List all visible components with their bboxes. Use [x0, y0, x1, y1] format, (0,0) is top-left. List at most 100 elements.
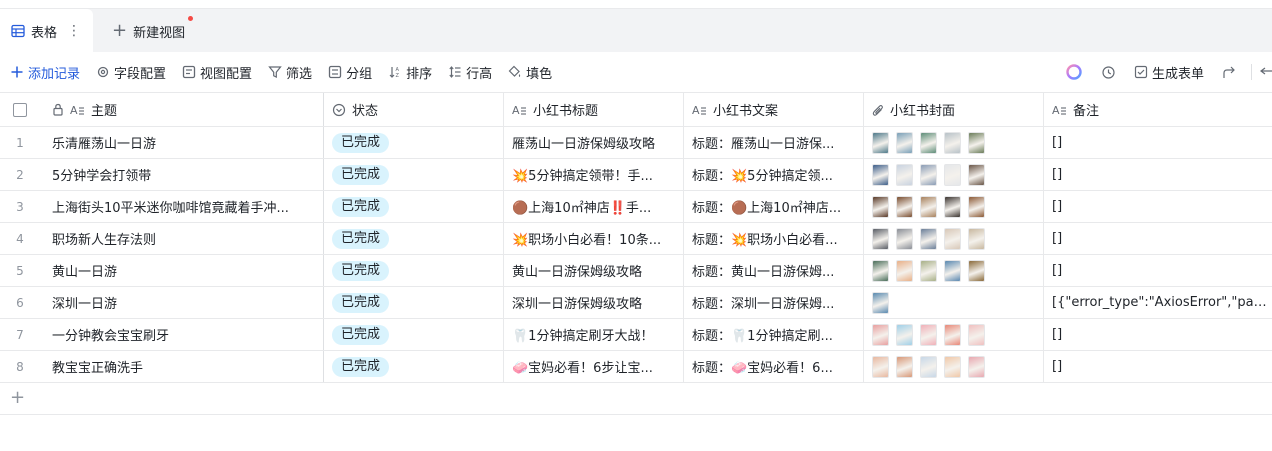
xhs-title-cell[interactable]: 💥职场小白必看！10条...: [504, 223, 684, 254]
xhs-copy-cell[interactable]: 标题：🦷1分钟搞定刷...: [684, 319, 864, 350]
title-cell[interactable]: 一分钟教会宝宝刷牙: [40, 319, 324, 350]
cover-cell[interactable]: [864, 319, 1044, 350]
cover-thumbnail[interactable]: [896, 259, 913, 282]
cover-thumbnail[interactable]: [896, 163, 913, 186]
note-cell[interactable]: []: [1044, 319, 1272, 350]
note-cell[interactable]: []: [1044, 127, 1272, 158]
group-button[interactable]: 分组: [328, 63, 372, 82]
cover-thumbnail[interactable]: [944, 259, 961, 282]
history-icon[interactable]: [1101, 65, 1116, 80]
cover-thumbnail[interactable]: [944, 131, 961, 154]
cover-thumbnail[interactable]: [968, 163, 985, 186]
table-row[interactable]: 7 一分钟教会宝宝刷牙 已完成 🦷1分钟搞定刷牙大战！ 标题：🦷1分钟搞定刷..…: [0, 319, 1272, 351]
note-cell[interactable]: []: [1044, 159, 1272, 190]
add-record-button[interactable]: 添加记录: [10, 63, 80, 82]
status-cell[interactable]: 已完成: [324, 223, 504, 254]
xhs-copy-cell[interactable]: 标题：🧼宝妈必看！6...: [684, 351, 864, 382]
cover-thumbnail[interactable]: [872, 291, 889, 314]
note-cell[interactable]: []: [1044, 223, 1272, 254]
new-view-button[interactable]: + 新建视图: [112, 9, 185, 53]
title-cell[interactable]: 职场新人生存法则: [40, 223, 324, 254]
cover-thumbnail[interactable]: [872, 227, 889, 250]
xhs-title-cell[interactable]: 🧼宝妈必看！6步让宝...: [504, 351, 684, 382]
cover-thumbnail[interactable]: [920, 227, 937, 250]
status-cell[interactable]: 已完成: [324, 159, 504, 190]
cover-thumbnail[interactable]: [896, 355, 913, 378]
cover-thumbnail[interactable]: [920, 131, 937, 154]
share-icon[interactable]: [1222, 65, 1237, 80]
cover-thumbnail[interactable]: [920, 195, 937, 218]
xhs-copy-cell[interactable]: 标题：深圳一日游保姆...: [684, 287, 864, 318]
status-cell[interactable]: 已完成: [324, 255, 504, 286]
ai-assistant-icon[interactable]: [1065, 63, 1083, 81]
table-row[interactable]: 6 深圳一日游 已完成 深圳一日游保姆级攻略 标题：深圳一日游保姆... [{"…: [0, 287, 1272, 319]
title-cell[interactable]: 黄山一日游: [40, 255, 324, 286]
xhs-title-cell[interactable]: 🟤上海10㎡神店‼️手...: [504, 191, 684, 222]
status-cell[interactable]: 已完成: [324, 191, 504, 222]
table-row[interactable]: 5 黄山一日游 已完成 黄山一日游保姆级攻略 标题：黄山一日游保姆... []: [0, 255, 1272, 287]
title-cell[interactable]: 教宝宝正确洗手: [40, 351, 324, 382]
column-header-xhs-title[interactable]: A 小红书标题: [504, 93, 684, 126]
status-cell[interactable]: 已完成: [324, 127, 504, 158]
cover-cell[interactable]: [864, 127, 1044, 158]
cover-cell[interactable]: [864, 159, 1044, 190]
table-row[interactable]: 1 乐清雁荡山一日游 已完成 雁荡山一日游保姆级攻略 标题：雁荡山一日游保...…: [0, 127, 1272, 159]
title-cell[interactable]: 深圳一日游: [40, 287, 324, 318]
cover-cell[interactable]: [864, 287, 1044, 318]
xhs-copy-cell[interactable]: 标题：💥5分钟搞定领...: [684, 159, 864, 190]
cover-cell[interactable]: [864, 191, 1044, 222]
sort-button[interactable]: AZ 排序: [388, 63, 432, 82]
cover-cell[interactable]: [864, 351, 1044, 382]
cover-thumbnail[interactable]: [944, 323, 961, 346]
xhs-copy-cell[interactable]: 标题：🟤上海10㎡神店...: [684, 191, 864, 222]
cover-thumbnail[interactable]: [920, 355, 937, 378]
field-config-button[interactable]: 字段配置: [96, 63, 166, 82]
cover-thumbnail[interactable]: [872, 355, 889, 378]
cover-thumbnail[interactable]: [968, 323, 985, 346]
cover-thumbnail[interactable]: [872, 195, 889, 218]
column-header-xhs-cover[interactable]: 小红书封面: [864, 93, 1044, 126]
cover-cell[interactable]: [864, 223, 1044, 254]
cover-thumbnail[interactable]: [944, 227, 961, 250]
cover-thumbnail[interactable]: [896, 131, 913, 154]
view-config-button[interactable]: 视图配置: [182, 63, 252, 82]
column-header-status[interactable]: 状态: [324, 93, 504, 126]
note-cell[interactable]: []: [1044, 255, 1272, 286]
cover-thumbnail[interactable]: [968, 131, 985, 154]
xhs-copy-cell[interactable]: 标题：💥职场小白必看...: [684, 223, 864, 254]
cover-thumbnail[interactable]: [968, 355, 985, 378]
table-row[interactable]: 4 职场新人生存法则 已完成 💥职场小白必看！10条... 标题：💥职场小白必看…: [0, 223, 1272, 255]
fill-color-button[interactable]: 填色: [508, 63, 552, 82]
cover-thumbnail[interactable]: [896, 227, 913, 250]
xhs-copy-cell[interactable]: 标题：黄山一日游保姆...: [684, 255, 864, 286]
cover-thumbnail[interactable]: [968, 227, 985, 250]
more-vertical-icon[interactable]: ⋮: [67, 23, 81, 39]
cover-thumbnail[interactable]: [920, 259, 937, 282]
column-header-xhs-copy[interactable]: A 小红书文案: [684, 93, 864, 126]
cover-thumbnail[interactable]: [872, 259, 889, 282]
xhs-title-cell[interactable]: 深圳一日游保姆级攻略: [504, 287, 684, 318]
cover-thumbnail[interactable]: [944, 355, 961, 378]
cover-cell[interactable]: [864, 255, 1044, 286]
table-row[interactable]: 3 上海街头10平米迷你咖啡馆竟藏着手冲... 已完成 🟤上海10㎡神店‼️手.…: [0, 191, 1272, 223]
cover-thumbnail[interactable]: [968, 259, 985, 282]
xhs-title-cell[interactable]: 雁荡山一日游保姆级攻略: [504, 127, 684, 158]
cover-thumbnail[interactable]: [872, 131, 889, 154]
xhs-copy-cell[interactable]: 标题：雁荡山一日游保...: [684, 127, 864, 158]
filter-button[interactable]: 筛选: [268, 63, 312, 82]
xhs-title-cell[interactable]: 💥5分钟搞定领带！手...: [504, 159, 684, 190]
row-height-button[interactable]: 行高: [448, 63, 492, 82]
xhs-title-cell[interactable]: 🦷1分钟搞定刷牙大战！: [504, 319, 684, 350]
cover-thumbnail[interactable]: [872, 323, 889, 346]
status-cell[interactable]: 已完成: [324, 287, 504, 318]
title-cell[interactable]: 乐清雁荡山一日游: [40, 127, 324, 158]
cover-thumbnail[interactable]: [920, 163, 937, 186]
column-header-note[interactable]: A 备注: [1044, 93, 1272, 126]
cover-thumbnail[interactable]: [872, 163, 889, 186]
title-cell[interactable]: 上海街头10平米迷你咖啡馆竟藏着手冲...: [40, 191, 324, 222]
cover-thumbnail[interactable]: [944, 195, 961, 218]
column-header-title[interactable]: A 主题: [40, 93, 324, 126]
title-cell[interactable]: 5分钟学会打领带: [40, 159, 324, 190]
table-row[interactable]: 2 5分钟学会打领带 已完成 💥5分钟搞定领带！手... 标题：💥5分钟搞定领.…: [0, 159, 1272, 191]
table-row[interactable]: 8 教宝宝正确洗手 已完成 🧼宝妈必看！6步让宝... 标题：🧼宝妈必看！6..…: [0, 351, 1272, 383]
